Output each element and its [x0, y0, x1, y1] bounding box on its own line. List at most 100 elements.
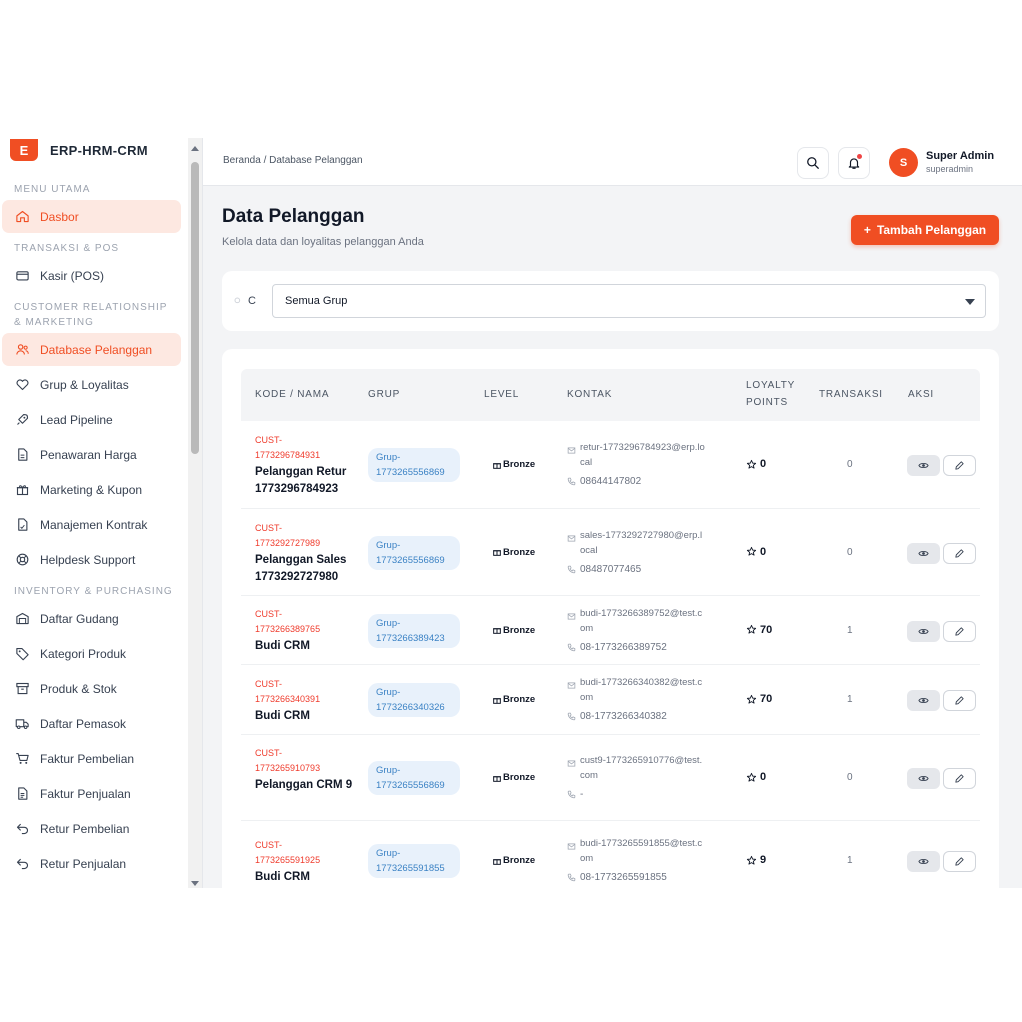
sidebar-item-kasir-pos[interactable]: Kasir (POS) [2, 259, 181, 292]
contact-phone-text: 08-1773265591855 [580, 872, 667, 883]
sidebar-item-database-pelanggan[interactable]: Database Pelanggan [2, 333, 181, 366]
gift-icon [493, 775, 501, 782]
customer-name[interactable]: Pelanggan Retur 1773296784923 [255, 464, 355, 498]
contact-phone[interactable]: - [567, 787, 583, 802]
sidebar-item-penawaran-harga[interactable]: Penawaran Harga [2, 438, 181, 471]
customer-name[interactable]: Budi CRM [255, 869, 355, 886]
search-button[interactable] [797, 147, 829, 179]
view-button[interactable] [907, 542, 940, 564]
edit-button[interactable] [943, 768, 976, 789]
customer-code[interactable]: CUST-1773292727989 [255, 521, 335, 551]
scroll-up-arrow-icon[interactable] [190, 144, 200, 152]
edit-button[interactable] [943, 542, 976, 564]
customer-name[interactable]: Pelanggan Sales 1773292727980 [255, 552, 355, 586]
contact-email[interactable]: budi-1773266389752@test.com [567, 606, 717, 636]
search-icon [807, 157, 819, 169]
contact-phone[interactable]: 08487077465 [567, 562, 641, 577]
sidebar-item-label: Database Pelanggan [40, 342, 153, 357]
sidebar-item-label: Grup & Loyalitas [40, 377, 129, 392]
star-icon [746, 624, 757, 634]
contact-email[interactable]: sales-1773292727980@erp.local [567, 528, 717, 558]
sidebar-item-faktur-penjualan[interactable]: Faktur Penjualan [2, 777, 181, 810]
table-row[interactable]: CUST-1773266340391 Budi CRM Grup-1773266… [241, 665, 980, 735]
header-loyalty-points: LOYALTY POINTS [746, 380, 795, 408]
group-filter-select[interactable]: Semua Grup [272, 284, 986, 318]
gift-icon [493, 550, 501, 556]
contact-phone-text: 08-1773266340382 [580, 711, 667, 722]
contact-phone[interactable]: 08-1773265591855 [567, 870, 667, 885]
customer-code[interactable]: CUST-1773265591925 [255, 838, 335, 868]
edit-button[interactable] [943, 620, 976, 642]
sidebar-item-faktur-pembelian[interactable]: Faktur Pembelian [2, 742, 181, 775]
sidebar-item-daftar-pemasok[interactable]: Daftar Pemasok [2, 707, 181, 740]
sidebar-item-produk-stok[interactable]: Produk & Stok [2, 672, 181, 705]
customer-name[interactable]: Budi CRM [255, 708, 355, 725]
sidebar-item-dasbor[interactable]: Dasbor [2, 200, 181, 233]
sidebar-item-kategori-produk[interactable]: Kategori Produk [2, 637, 181, 670]
customer-code[interactable]: CUST-1773265910793 [255, 746, 335, 776]
contact-phone-text: - [580, 789, 584, 800]
nav-section-title: TRANSAKSI & POS [14, 243, 120, 254]
header-group: GRUP [368, 389, 401, 400]
table-row[interactable]: CUST-1773296784931 Pelanggan Retur 17732… [241, 421, 980, 509]
warehouse-icon [14, 611, 30, 627]
transaction-count: 0 [847, 546, 853, 558]
table-row[interactable]: CUST-1773265910793 Pelanggan CRM 9 Grup-… [241, 735, 980, 821]
sidebar-item-helpdesk-support[interactable]: Helpdesk Support [2, 543, 181, 576]
breadcrumb[interactable]: Beranda / Database Pelanggan [223, 155, 363, 166]
customer-code[interactable]: CUST-1773266389765 [255, 607, 335, 637]
add-customer-button[interactable]: + Tambah Pelanggan [851, 215, 999, 245]
table-row[interactable]: CUST-1773265591925 Budi CRM Grup-1773265… [241, 821, 980, 888]
contact-email[interactable]: budi-1773265591855@test.com [567, 836, 717, 866]
eye-icon [918, 775, 929, 782]
avatar[interactable]: S [889, 148, 918, 177]
sidebar-item-label: Kasir (POS) [40, 268, 105, 283]
sidebar-item-lead-pipeline[interactable]: Lead Pipeline [2, 403, 181, 436]
view-button[interactable] [907, 768, 940, 789]
customer-code[interactable]: CUST-1773266340391 [255, 677, 335, 707]
tag-icon [14, 646, 30, 662]
contact-phone[interactable]: 08-1773266340382 [567, 709, 667, 724]
loyalty-points-value: 70 [760, 623, 773, 636]
sidebar-item-label: Retur Pembelian [40, 821, 130, 836]
customer-code[interactable]: CUST-1773296784931 [255, 433, 335, 463]
sidebar-item-marketing-kupon[interactable]: Marketing & Kupon [2, 473, 181, 506]
sidebar-item-retur-penjualan[interactable]: Retur Penjualan [2, 847, 181, 880]
table-row[interactable]: CUST-1773292727989 Pelanggan Sales 17732… [241, 509, 980, 596]
sidebar-item-manajemen-kontrak[interactable]: Manajemen Kontrak [2, 508, 181, 541]
edit-button[interactable] [943, 851, 976, 872]
edit-button[interactable] [943, 690, 976, 711]
edit-button[interactable] [943, 455, 976, 476]
table-row[interactable]: CUST-1773266389765 Budi CRM Grup-1773266… [241, 596, 980, 665]
notification-button[interactable] [838, 147, 870, 179]
contact-email[interactable]: budi-1773266340382@test.com [567, 675, 717, 705]
eye-icon [918, 697, 929, 704]
brand[interactable]: E ERP-HRM-CRM [10, 138, 148, 162]
view-button[interactable] [907, 455, 940, 476]
sidebar-item-label: Faktur Penjualan [40, 786, 131, 801]
home-icon [14, 209, 30, 225]
scroll-down-arrow-icon[interactable] [190, 880, 200, 888]
contact-email[interactable]: retur-1773296784923@erp.local [567, 440, 717, 470]
sidebar-item-grup-loyalitas[interactable]: Grup & Loyalitas [2, 368, 181, 401]
view-button[interactable] [907, 851, 940, 872]
customer-name[interactable]: Budi CRM [255, 638, 355, 655]
contact-email[interactable]: cust9-1773265910776@test.com [567, 753, 717, 783]
sidebar-item-daftar-gudang[interactable]: Daftar Gudang [2, 602, 181, 635]
customer-name[interactable]: Pelanggan CRM 9 [255, 777, 355, 794]
eye-icon [918, 858, 929, 865]
contact-phone[interactable]: 08644147802 [567, 474, 641, 489]
sidebar: E ERP-HRM-CRM MENU UTAMA Dasbor TRANSAKSI … [0, 138, 203, 888]
view-button[interactable] [907, 620, 940, 642]
contact-email-text: budi-1773265591855@test.com [580, 838, 703, 864]
sidebar-item-retur-pembelian[interactable]: Retur Pembelian [2, 812, 181, 845]
level-badge: Bronze [492, 459, 535, 470]
contact-phone[interactable]: 08-1773266389752 [567, 640, 667, 655]
sidebar-scroll-thumb[interactable] [191, 162, 199, 454]
document-icon [14, 447, 30, 463]
user-name[interactable]: Super Admin [926, 150, 994, 162]
sidebar-item-label: Produk & Stok [40, 681, 117, 696]
search-input[interactable]: C [234, 286, 258, 316]
contact-email-text: retur-1773296784923@erp.local [580, 442, 705, 468]
view-button[interactable] [907, 690, 940, 711]
